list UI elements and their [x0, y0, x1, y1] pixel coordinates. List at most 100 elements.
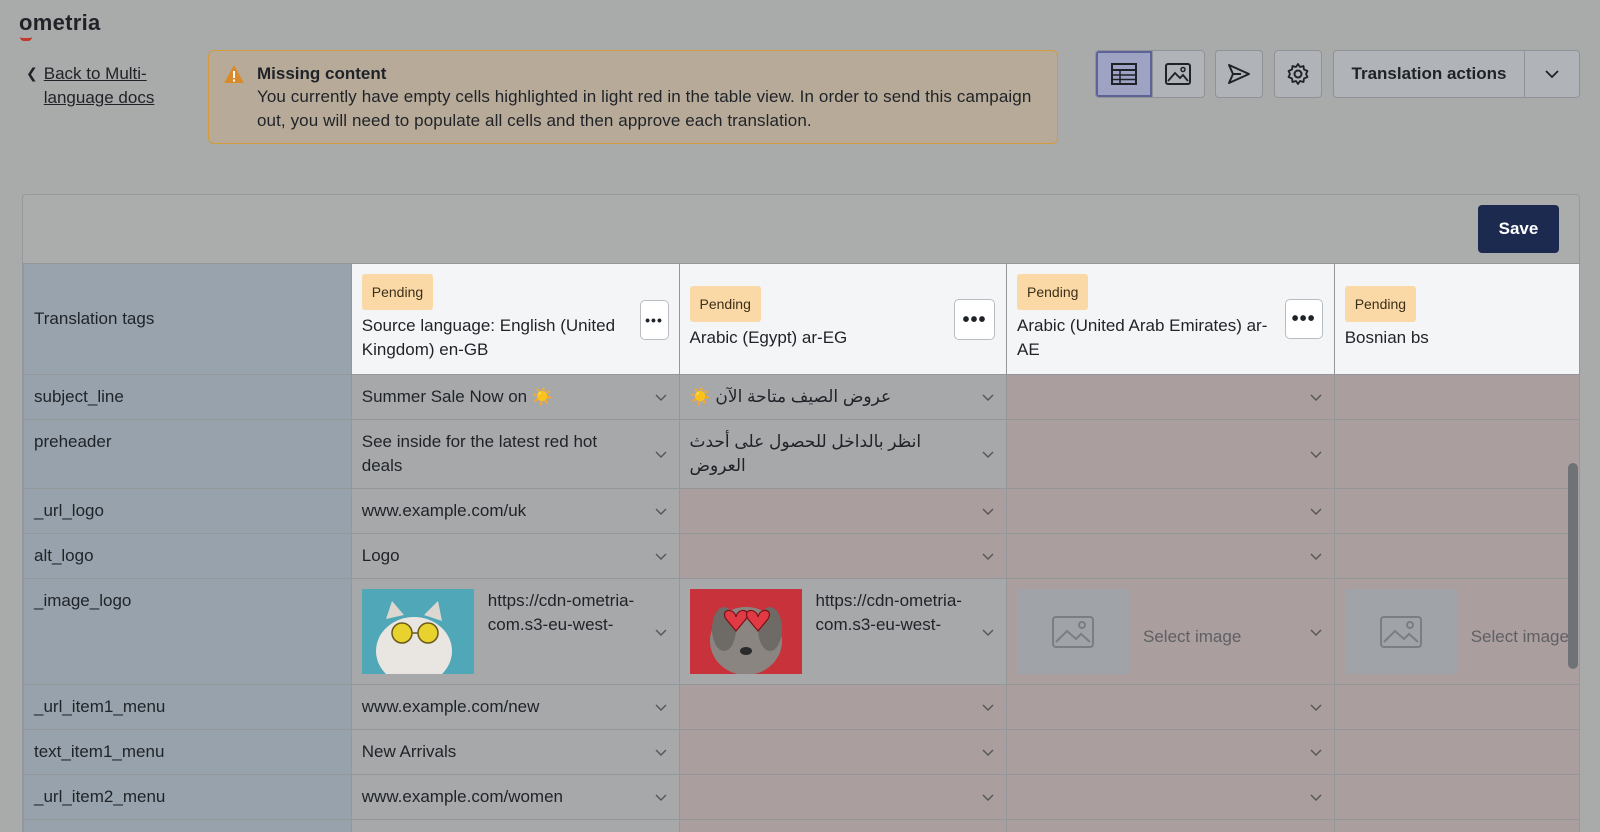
translation-cell[interactable]: See inside for the latest red hot deals	[350, 419, 680, 489]
image-cell-empty[interactable]: Select image	[1333, 578, 1579, 685]
chevron-down-icon	[1310, 451, 1322, 458]
chevron-down-icon	[1310, 394, 1322, 401]
translation-cell-empty[interactable]	[1333, 684, 1579, 730]
alert-title: Missing content	[257, 64, 387, 83]
cell-text: www.example.com/uk	[361, 501, 527, 520]
gear-icon	[1287, 63, 1309, 85]
image-cell[interactable]: https://cdn-ometria-com.s3-eu-west-	[350, 578, 680, 685]
cell-text: Summer Sale Now on ☀️	[361, 387, 553, 406]
translation-cell-empty[interactable]	[1006, 684, 1335, 730]
tag-name: _image_logo	[23, 578, 352, 685]
language-name: Bosnian bs	[1344, 328, 1429, 347]
chevron-down-icon	[1310, 794, 1322, 801]
language-name: Arabic (Egypt) ar-EG	[689, 328, 848, 347]
translation-cell-empty[interactable]	[1006, 729, 1335, 775]
image-placeholder-icon	[1052, 615, 1095, 648]
translation-cell-empty[interactable]	[1006, 488, 1335, 534]
translation-cell-empty[interactable]	[1333, 774, 1579, 820]
translation-panel: Save Translation tags Pending Source lan…	[22, 194, 1580, 832]
chevron-down-icon	[982, 629, 994, 636]
table-view-button[interactable]	[1096, 51, 1152, 97]
table-row: _url_logo www.example.com/uk	[23, 488, 1579, 534]
translation-cell-empty[interactable]	[678, 684, 1008, 730]
more-options-button[interactable]: •••	[639, 300, 669, 340]
send-icon	[1228, 64, 1250, 84]
logo-swoosh	[20, 37, 32, 41]
back-link[interactable]: ❮ Back to Multi-language docs	[26, 62, 174, 110]
select-image-label: Select image	[1143, 627, 1242, 646]
cell-text: See inside for the latest red hot deals	[361, 432, 598, 475]
language-column-ar-ae: Pending Arabic (United Arab Emirates) ar…	[1006, 263, 1335, 375]
translation-cell-empty[interactable]	[1006, 819, 1335, 832]
more-options-button[interactable]: •••	[1284, 299, 1323, 339]
send-button[interactable]	[1215, 50, 1263, 98]
translation-cell-empty[interactable]	[1333, 819, 1579, 832]
chevron-left-icon: ❮	[26, 65, 38, 81]
image-cell-empty[interactable]: Select image	[1006, 578, 1335, 685]
translation-cell-empty[interactable]	[1006, 774, 1335, 820]
chevron-down-icon	[982, 749, 994, 756]
translation-cell-empty[interactable]	[1333, 374, 1579, 420]
table-row: _url_item2_menu www.example.com/women	[23, 774, 1579, 820]
language-column-en-gb: Pending Source language: English (United…	[350, 263, 680, 375]
table-row: text_item1_menu New Arrivals	[23, 729, 1579, 775]
image-view-button[interactable]	[1151, 51, 1205, 97]
chevron-down-icon	[655, 451, 666, 458]
tag-name: alt_logo	[23, 533, 352, 579]
image-cell[interactable]: https://cdn-ometria-com.s3-eu-west-	[678, 578, 1008, 685]
translation-cell[interactable]: عروض الصيف متاحة الآن ☀️	[678, 374, 1008, 420]
translation-tags-header: Translation tags	[23, 263, 352, 375]
chevron-down-icon	[1310, 749, 1322, 756]
cell-text: www.example.com/women	[361, 787, 564, 806]
chevron-down-icon	[982, 508, 994, 515]
translation-cell-empty[interactable]	[1333, 419, 1579, 489]
translation-table: Translation tags Pending Source language…	[23, 263, 1579, 832]
chevron-down-icon	[982, 794, 994, 801]
status-badge: Pending	[1344, 286, 1417, 322]
language-column-bs: Pending Bosnian bs	[1333, 263, 1579, 375]
table-row: alt_logo Logo	[23, 533, 1579, 579]
status-badge: Pending	[361, 274, 434, 310]
save-button[interactable]: Save	[1478, 205, 1559, 253]
translation-cell[interactable]: www.example.com/new	[350, 684, 680, 730]
missing-content-alert: Missing content You currently have empty…	[208, 50, 1058, 144]
translation-cell-empty[interactable]	[1006, 533, 1335, 579]
vertical-scrollbar[interactable]	[1568, 463, 1578, 669]
language-column-ar-eg: Pending Arabic (Egypt) ar-EG •••	[678, 263, 1008, 375]
translation-cell-empty[interactable]	[678, 533, 1008, 579]
cell-text: Logo	[361, 546, 400, 565]
more-options-button[interactable]: •••	[954, 299, 996, 340]
translation-cell[interactable]: Logo	[350, 533, 680, 579]
translation-cell-empty[interactable]	[1006, 374, 1335, 420]
ometria-logo: ometria	[19, 10, 101, 41]
translation-cell-empty[interactable]	[1333, 488, 1579, 534]
tag-name: subject_line	[23, 374, 352, 420]
logo-text: ometria	[19, 10, 101, 35]
chevron-down-icon	[655, 794, 666, 801]
translation-cell[interactable]: www.example.com/uk	[350, 488, 680, 534]
translation-cell-empty[interactable]	[1333, 533, 1579, 579]
translation-cell-empty[interactable]	[1333, 729, 1579, 775]
translation-actions-toggle[interactable]	[1524, 51, 1579, 97]
chevron-down-icon	[655, 394, 666, 401]
translation-cell-empty[interactable]	[678, 819, 1008, 832]
chevron-down-icon	[1310, 553, 1322, 560]
chevron-down-icon	[1310, 704, 1322, 711]
chevron-down-icon	[982, 451, 994, 458]
table-header-row: Translation tags Pending Source language…	[23, 263, 1579, 375]
translation-cell[interactable]: انظر بالداخل للحصول على أحدث العروض	[678, 419, 1008, 489]
translation-cell-empty[interactable]	[678, 729, 1008, 775]
translation-cell[interactable]: www.example.com/women	[350, 774, 680, 820]
translation-cell[interactable]: Summer Sale Now on ☀️	[350, 374, 680, 420]
select-image-label: Select image	[1470, 627, 1569, 646]
translation-cell[interactable]: New Arrivals	[350, 729, 680, 775]
translation-cell-empty[interactable]	[678, 488, 1008, 534]
translation-cell[interactable]	[350, 819, 680, 832]
cell-text: انظر بالداخل للحصول على أحدث العروض	[689, 432, 922, 475]
translation-cell-empty[interactable]	[678, 774, 1008, 820]
translation-actions-dropdown[interactable]: Translation actions	[1333, 50, 1580, 98]
settings-button[interactable]	[1274, 50, 1322, 98]
warning-icon	[224, 65, 244, 83]
status-badge: Pending	[689, 286, 761, 322]
translation-cell-empty[interactable]	[1006, 419, 1335, 489]
